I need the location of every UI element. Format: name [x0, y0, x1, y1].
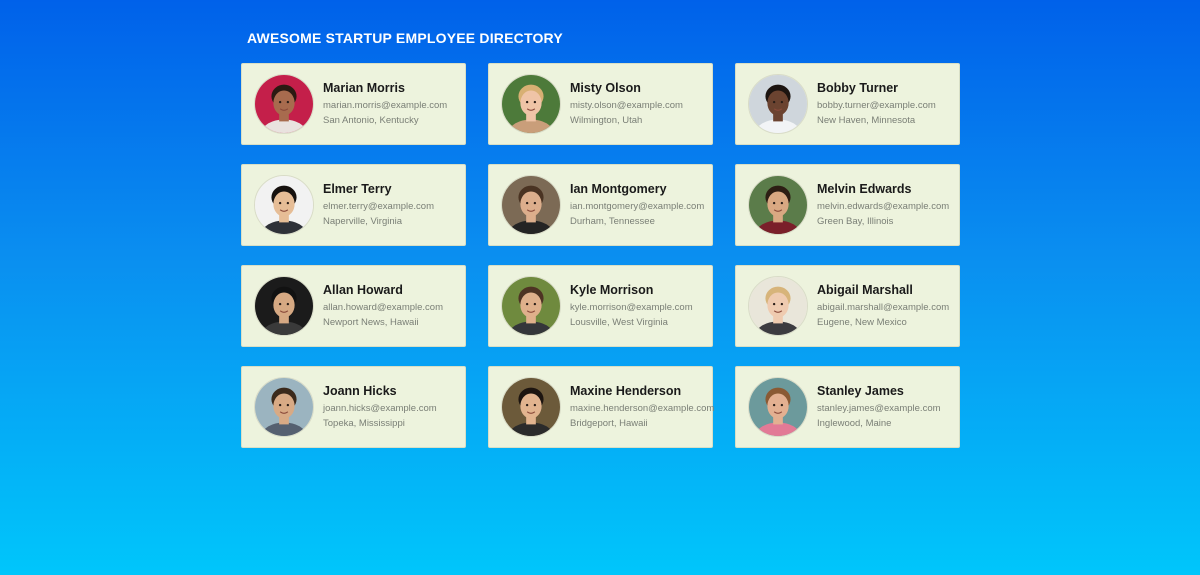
- employee-avatar: [501, 276, 561, 336]
- employee-avatar: [748, 377, 808, 437]
- employee-name: Elmer Terry: [323, 181, 392, 196]
- employee-directory: Marian Morris marian.morris@example.com Sa…: [241, 63, 960, 448]
- employee-name: Marian Morris: [323, 80, 405, 95]
- employee-card[interactable]: Elmer Terry elmer.terry@example.com Naperv…: [241, 164, 466, 246]
- employee-avatar: [254, 377, 314, 437]
- employee-email: misty.olson@example.com: [570, 99, 683, 111]
- employee-card[interactable]: Bobby Turner bobby.turner@example.com New …: [735, 63, 960, 145]
- employee-info: Joann Hicks joann.hicks@example.com Topeka…: [323, 384, 437, 431]
- employee-location: Bridgeport, Hawaii: [570, 417, 648, 429]
- employee-location: Green Bay, Illinois: [817, 215, 894, 227]
- employee-avatar: [254, 276, 314, 336]
- employee-email: stanley.james@example.com: [817, 402, 941, 414]
- employee-name: Stanley James: [817, 383, 904, 398]
- employee-location: Newport News, Hawaii: [323, 316, 419, 328]
- employee-email: kyle.morrison@example.com: [570, 301, 693, 313]
- employee-card[interactable]: Stanley James stanley.james@example.com In…: [735, 366, 960, 448]
- employee-email: bobby.turner@example.com: [817, 99, 936, 111]
- employee-location: San Antonio, Kentucky: [323, 114, 419, 126]
- employee-email: ian.montgomery@example.com: [570, 200, 705, 212]
- employee-info: Bobby Turner bobby.turner@example.com New …: [817, 81, 936, 128]
- employee-info: Melvin Edwards melvin.edwards@example.com…: [817, 182, 949, 229]
- employee-avatar: [748, 175, 808, 235]
- employee-email: joann.hicks@example.com: [323, 402, 437, 414]
- employee-avatar: [501, 74, 561, 134]
- employee-avatar: [748, 74, 808, 134]
- employee-avatar: [748, 276, 808, 336]
- employee-email: melvin.edwards@example.com: [817, 200, 950, 212]
- employee-location: Durham, Tennessee: [570, 215, 655, 227]
- employee-card[interactable]: Ian Montgomery ian.montgomery@example.com…: [488, 164, 713, 246]
- employee-email: elmer.terry@example.com: [323, 200, 435, 212]
- employee-card[interactable]: Misty Olson misty.olson@example.com Wilmin…: [488, 63, 713, 145]
- employee-name: Ian Montgomery: [570, 181, 667, 196]
- employee-email: allan.howard@example.com: [323, 301, 444, 313]
- page-title: AWESOME STARTUP EMPLOYEE DIRECTORY: [247, 30, 563, 46]
- employee-info: Marian Morris marian.morris@example.com Sa…: [323, 81, 447, 128]
- employee-name: Melvin Edwards: [817, 181, 912, 196]
- employee-info: Kyle Morrison kyle.morrison@example.com Lo…: [570, 283, 693, 330]
- employee-location: Naperville, Virginia: [323, 215, 403, 227]
- employee-name: Allan Howard: [323, 282, 403, 297]
- employee-avatar: [501, 377, 561, 437]
- employee-name: Maxine Henderson: [570, 383, 682, 398]
- employee-location: Topeka, Mississippi: [323, 417, 405, 429]
- employee-card[interactable]: Abigail Marshall abigail.marshall@example…: [735, 265, 960, 347]
- employee-name: Bobby Turner: [817, 80, 899, 95]
- employee-card[interactable]: Kyle Morrison kyle.morrison@example.com Lo…: [488, 265, 713, 347]
- employee-card[interactable]: Marian Morris marian.morris@example.com Sa…: [241, 63, 466, 145]
- employee-name: Kyle Morrison: [570, 282, 654, 297]
- employee-location: New Haven, Minnesota: [817, 114, 916, 126]
- employee-info: Misty Olson misty.olson@example.com Wilmin…: [570, 81, 683, 128]
- employee-location: Inglewood, Maine: [817, 417, 892, 429]
- employee-info: Maxine Henderson maxine.henderson@example…: [570, 383, 715, 431]
- employee-avatar: [501, 175, 561, 235]
- employee-email: marian.morris@example.com: [323, 99, 448, 111]
- employee-email: maxine.henderson@example.com: [570, 402, 715, 414]
- employee-email: abigail.marshall@example.com: [817, 301, 950, 313]
- employee-info: Ian Montgomery ian.montgomery@example.com…: [570, 182, 704, 229]
- employee-info: Stanley James stanley.james@example.com In…: [817, 384, 941, 431]
- employee-info: Elmer Terry elmer.terry@example.com Naperv…: [323, 182, 434, 229]
- employee-name: Joann Hicks: [323, 383, 397, 398]
- employee-info: Abigail Marshall abigail.marshall@example…: [817, 283, 949, 330]
- employee-location: Lousville, West Virginia: [570, 316, 668, 328]
- employee-card[interactable]: Maxine Henderson maxine.henderson@example…: [488, 366, 715, 448]
- employee-card[interactable]: Melvin Edwards melvin.edwards@example.com…: [735, 164, 960, 246]
- employee-info: Allan Howard allan.howard@example.com Newp…: [323, 283, 443, 330]
- employee-avatar: [254, 175, 314, 235]
- employee-location: Eugene, New Mexico: [817, 316, 907, 328]
- employee-location: Wilmington, Utah: [570, 114, 643, 126]
- employee-name: Misty Olson: [570, 80, 641, 95]
- employee-avatar: [254, 74, 314, 134]
- employee-card[interactable]: Joann Hicks joann.hicks@example.com Topeka…: [241, 366, 466, 448]
- employee-name: Abigail Marshall: [817, 282, 913, 297]
- employee-card[interactable]: Allan Howard allan.howard@example.com Newp…: [241, 265, 466, 347]
